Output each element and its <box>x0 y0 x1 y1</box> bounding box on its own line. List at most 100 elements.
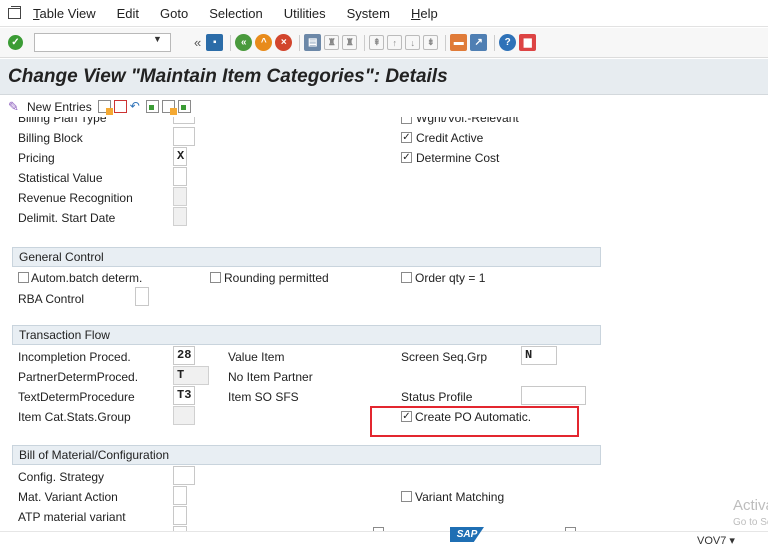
atp-material-variant-label: ATP material variant <box>18 510 126 524</box>
last-page-icon[interactable]: ⇟ <box>423 35 439 50</box>
delimit-start-date-label: Delimit. Start Date <box>18 211 116 225</box>
standard-toolbar: ✓ ▼ « ▪ « ^ × ▤ ♜ ♜ ⇞ ↑ ↓ ⇟ ▬ ↗ ? ▆ <box>0 28 768 58</box>
menu-edit[interactable]: Edit <box>117 6 139 21</box>
title-bar: Change View "Maintain Item Categories": … <box>0 59 768 95</box>
first-page-icon[interactable]: ⇞ <box>369 35 385 50</box>
find-icon[interactable]: ♜ <box>324 35 340 50</box>
config-strategy-label: Config. Strategy <box>18 470 105 484</box>
menu-label: able View <box>39 5 96 21</box>
text-determ-procedure-desc: Item SO SFS <box>228 390 299 404</box>
menu-utilities[interactable]: Utilities <box>284 6 326 21</box>
menu-selection[interactable]: Selection <box>209 6 262 21</box>
system-menu-icon[interactable] <box>7 6 23 20</box>
exit-icon[interactable]: ^ <box>255 34 273 51</box>
statistical-value-label: Statistical Value <box>18 171 103 185</box>
config-strategy-field[interactable] <box>173 466 195 485</box>
menu-table-view[interactable]: Table View <box>33 6 96 21</box>
determine-cost-label: Determine Cost <box>416 151 500 165</box>
toolbar-divider <box>445 34 447 51</box>
back-icon[interactable]: « <box>235 34 253 51</box>
item-cat-stats-group-field[interactable] <box>173 406 195 425</box>
menu-label: Edit <box>116 5 140 21</box>
delete-icon[interactable] <box>113 100 127 113</box>
partner-determ-proced-desc: No Item Partner <box>228 370 313 384</box>
order-qty-checkbox[interactable] <box>401 272 412 283</box>
detail-content: Billing Plan Type Wght/Vol.-Relevant Bil… <box>0 117 768 531</box>
create-session-icon[interactable]: ▬ <box>450 34 468 51</box>
determine-cost-checkbox[interactable]: ✓ <box>401 152 412 163</box>
command-dropdown-icon[interactable]: ▼ <box>153 34 162 44</box>
mat-variant-action-field[interactable] <box>173 486 187 505</box>
next-page-icon[interactable]: ↓ <box>405 35 421 50</box>
menu-label: Utilities <box>283 5 326 21</box>
toolbar-divider <box>494 34 496 51</box>
new-entries-icon[interactable]: ✎ <box>8 99 22 114</box>
rba-control-field[interactable] <box>135 287 149 306</box>
menu-help[interactable]: Help <box>411 6 438 21</box>
status-profile-label: Status Profile <box>401 390 473 404</box>
next-entry-icon[interactable] <box>177 100 191 113</box>
help-icon[interactable]: ? <box>499 34 517 51</box>
wght-vol-relevant-checkbox[interactable] <box>401 117 412 124</box>
autom-batch-determ-checkbox[interactable] <box>18 272 29 283</box>
rba-control-label: RBA Control <box>18 292 85 306</box>
menu-label: System <box>346 5 390 21</box>
partner-determ-proced-label: PartnerDetermProced. <box>18 370 139 384</box>
previous-entry-icon[interactable] <box>161 100 177 115</box>
revenue-recognition-label: Revenue Recognition <box>18 191 133 205</box>
screen-seq-grp-field[interactable]: N <box>521 346 557 365</box>
command-field[interactable] <box>34 33 171 52</box>
previous-page-icon[interactable]: ↑ <box>387 35 403 50</box>
rounding-permitted-label: Rounding permitted <box>224 271 329 285</box>
find-next-icon[interactable]: ♜ <box>342 35 358 50</box>
rounding-permitted-checkbox[interactable] <box>210 272 221 283</box>
billing-plan-type-label: Billing Plan Type <box>18 117 107 125</box>
new-entries-button[interactable]: New Entries <box>27 100 92 114</box>
credit-active-label: Credit Active <box>416 131 484 145</box>
variant-matching-checkbox[interactable] <box>401 491 412 502</box>
activate-windows-hint: Go to Settings to activate Windows. <box>733 517 768 528</box>
screen-seq-grp-label: Screen Seq.Grp <box>401 350 488 364</box>
pricing-field[interactable]: X <box>173 147 187 166</box>
wght-vol-relevant-label: Wght/Vol.-Relevant <box>416 117 519 125</box>
revenue-recognition-field[interactable] <box>173 187 187 206</box>
menu-bar: Table View Edit Goto Selection Utilities… <box>0 0 768 27</box>
general-control-header: General Control <box>12 247 601 267</box>
status-bar: SAP VOV7 ▾ <box>0 527 768 548</box>
incompletion-proced-field[interactable]: 28 <box>173 346 195 365</box>
undo-change-icon[interactable]: ↶ <box>129 100 143 113</box>
activate-windows-watermark: Activate Windows <box>733 497 768 514</box>
select-all-icon[interactable] <box>145 100 159 113</box>
billing-block-label: Billing Block <box>18 131 83 145</box>
print-icon[interactable]: ▤ <box>304 34 322 51</box>
bom-configuration-header: Bill of Material/Configuration <box>12 445 601 465</box>
menu-system[interactable]: System <box>347 6 390 21</box>
menu-goto[interactable]: Goto <box>160 6 188 21</box>
toolbar-divider <box>299 34 301 51</box>
cancel-icon[interactable]: × <box>275 34 293 51</box>
statistical-value-field[interactable] <box>173 167 187 186</box>
layout-menu-icon[interactable]: ▆ <box>519 34 537 51</box>
text-determ-procedure-field[interactable]: T3 <box>173 386 195 405</box>
copy-as-icon[interactable] <box>97 100 113 115</box>
enter-check-icon[interactable]: ✓ <box>8 35 23 50</box>
incompletion-proced-label: Incompletion Proced. <box>18 350 131 364</box>
autom-batch-determ-label: Autom.batch determ. <box>31 271 143 285</box>
system-info-dropdown[interactable]: VOV7 ▾ <box>697 534 735 547</box>
credit-active-checkbox[interactable]: ✓ <box>401 132 412 143</box>
status-profile-field[interactable] <box>521 386 586 405</box>
shortcut-icon[interactable]: ↗ <box>470 34 488 51</box>
incompletion-proced-desc: Value Item <box>228 350 285 364</box>
menu-label: elp <box>420 5 438 21</box>
billing-plan-type-field[interactable] <box>173 117 195 124</box>
menu-label-mnemonic: H <box>410 5 421 21</box>
delimit-start-date-field[interactable] <box>173 207 187 226</box>
order-qty-label: Order qty = 1 <box>415 271 486 285</box>
billing-block-field[interactable] <box>173 127 195 146</box>
command-collapse-button[interactable]: « <box>194 35 201 50</box>
partner-determ-proced-field[interactable]: T <box>173 366 209 385</box>
menu-label: Goto <box>160 5 189 21</box>
toolbar-divider <box>230 34 232 51</box>
save-icon[interactable]: ▪ <box>206 34 224 51</box>
atp-material-variant-field[interactable] <box>173 506 187 525</box>
